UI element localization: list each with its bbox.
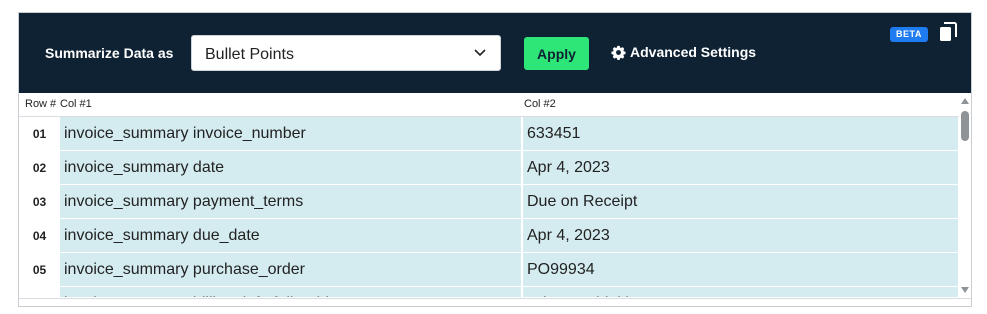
toolbar: Summarize Data as Bullet Points Apply Ad… <box>19 13 971 93</box>
summary-format-select[interactable]: Bullet Points <box>191 35 501 71</box>
row-number: 04 <box>19 219 60 253</box>
scroll-up-icon[interactable] <box>960 96 970 106</box>
apply-button[interactable]: Apply <box>524 37 589 70</box>
gear-icon <box>611 45 626 60</box>
header-row-number: Row # <box>25 98 57 110</box>
data-summary-panel: Summarize Data as Bullet Points Apply Ad… <box>18 12 972 307</box>
table-row: 05 invoice_summary purchase_order PO9993… <box>19 253 959 287</box>
chevron-down-icon <box>474 49 486 57</box>
table-row: 03 invoice_summary payment_terms Due on … <box>19 185 959 219</box>
cell-col-1[interactable]: invoice_summary billing_info full_addres… <box>60 287 522 297</box>
header-col-2: Col #2 <box>524 98 556 110</box>
header-col-1: Col #1 <box>60 98 92 110</box>
scroll-thumb[interactable] <box>961 111 969 141</box>
cell-col-2[interactable]: 633451 <box>523 117 958 150</box>
table-row: 02 invoice_summary date Apr 4, 2023 <box>19 151 959 185</box>
table-row: 04 invoice_summary due_date Apr 4, 2023 <box>19 219 959 253</box>
advanced-settings-label: Advanced Settings <box>630 44 757 60</box>
table-header: Row # Col #1 Col #2 <box>19 93 959 117</box>
summary-format-value: Bullet Points <box>205 46 294 63</box>
cell-col-1[interactable]: invoice_summary payment_terms <box>60 185 522 218</box>
cell-col-2[interactable]: Primary Thinking <box>523 287 958 297</box>
row-number: 03 <box>19 185 60 219</box>
cell-col-2[interactable]: Apr 4, 2023 <box>523 151 958 184</box>
table-row: 06 invoice_summary billing_info full_add… <box>19 287 959 297</box>
scroll-down-icon[interactable] <box>960 285 970 295</box>
table-body: 01 invoice_summary invoice_number 633451… <box>19 117 959 297</box>
cell-col-1[interactable]: invoice_summary invoice_number <box>60 117 522 150</box>
copy-icon[interactable] <box>939 22 957 42</box>
row-number: 06 <box>19 287 60 297</box>
row-number: 01 <box>19 117 60 151</box>
table-row: 01 invoice_summary invoice_number 633451 <box>19 117 959 151</box>
cell-col-1[interactable]: invoice_summary purchase_order <box>60 253 522 286</box>
beta-badge: BETA <box>890 27 928 42</box>
cell-col-2[interactable]: Due on Receipt <box>523 185 958 218</box>
vertical-scrollbar[interactable] <box>959 93 971 298</box>
summarize-label: Summarize Data as <box>45 45 174 61</box>
cell-col-2[interactable]: Apr 4, 2023 <box>523 219 958 252</box>
cell-col-2[interactable]: PO99934 <box>523 253 958 286</box>
cell-col-1[interactable]: invoice_summary date <box>60 151 522 184</box>
row-number: 05 <box>19 253 60 287</box>
advanced-settings-button[interactable]: Advanced Settings <box>611 44 756 60</box>
horizontal-scrollbar[interactable] <box>19 298 971 306</box>
cell-col-1[interactable]: invoice_summary due_date <box>60 219 522 252</box>
row-number: 02 <box>19 151 60 185</box>
